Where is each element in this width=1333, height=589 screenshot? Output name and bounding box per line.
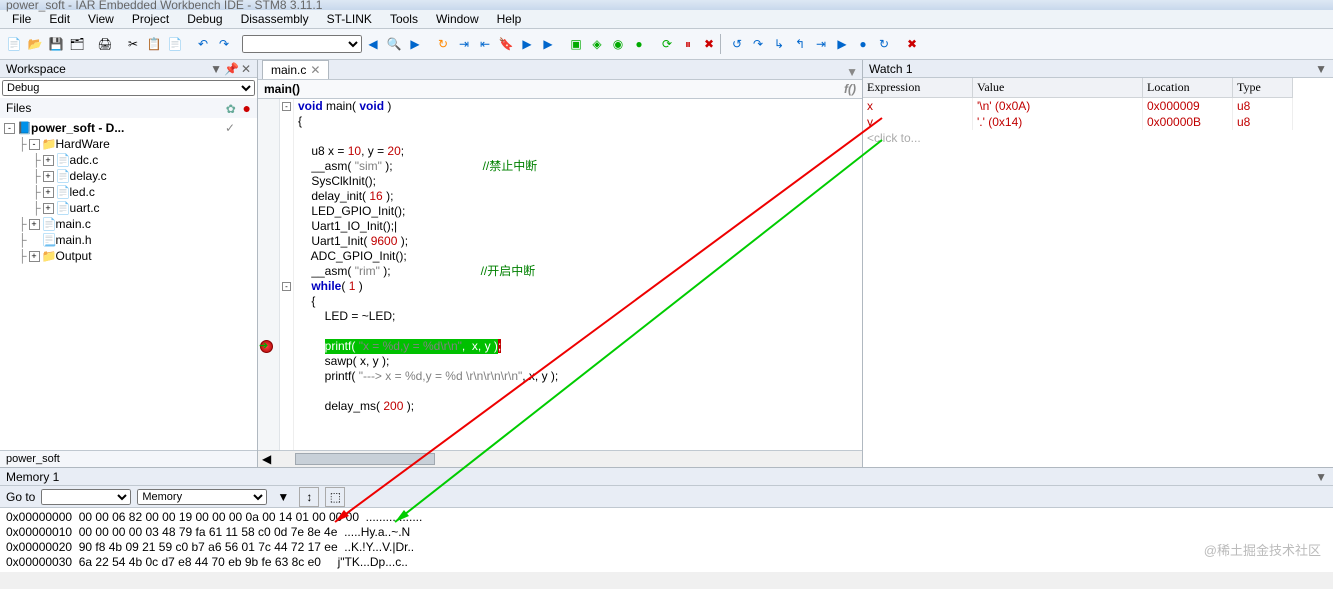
- tree-item[interactable]: ├+📄uart.c: [2, 200, 255, 216]
- restart-icon[interactable]: ↻: [874, 34, 894, 54]
- tree-item[interactable]: ├+📄main.c: [2, 216, 255, 232]
- fx-icon[interactable]: f(): [844, 82, 856, 96]
- tree-item[interactable]: ├📃main.h: [2, 232, 255, 248]
- memory-panel: Memory 1 ▼ Go to Memory ▼ ↕ ⬚ 0x00000000…: [0, 467, 1333, 572]
- next-stmt-icon[interactable]: ⇥: [811, 34, 831, 54]
- menu-debug[interactable]: Debug: [179, 10, 230, 28]
- copy-icon[interactable]: 📋: [144, 34, 164, 54]
- menu-edit[interactable]: Edit: [41, 10, 78, 28]
- tree-item[interactable]: ├+📁Output: [2, 248, 255, 264]
- watch-menu-icon[interactable]: ▼: [1315, 62, 1327, 76]
- files-label: Files: [6, 101, 31, 115]
- step-out-icon[interactable]: ↰: [790, 34, 810, 54]
- bookmark-nav1-icon[interactable]: ▶: [517, 34, 537, 54]
- scope-label: main(): [264, 82, 300, 96]
- title-bar: power_soft - IAR Embedded Workbench IDE …: [0, 0, 1333, 10]
- break-icon[interactable]: ⏸: [678, 34, 698, 54]
- goto-label: Go to: [6, 490, 35, 504]
- run-cursor-icon[interactable]: ▶: [832, 34, 852, 54]
- mem-cfg-icon[interactable]: ⬚: [325, 487, 345, 507]
- step-over-icon[interactable]: ↷: [748, 34, 768, 54]
- workspace-panel: Workspace ▼ 📌 ✕ Debug Files ✿ ● -📘power_…: [0, 60, 258, 467]
- memory-title: Memory 1: [6, 470, 59, 484]
- go-icon[interactable]: ⟳: [657, 34, 677, 54]
- gear-icon[interactable]: ✿: [226, 102, 236, 116]
- nav-fwd-icon[interactable]: ▶: [405, 34, 425, 54]
- workspace-title: Workspace: [6, 62, 66, 76]
- find-icon[interactable]: 🔍: [384, 34, 404, 54]
- tab-dropdown-icon[interactable]: ▼: [842, 65, 862, 79]
- cut-icon[interactable]: ✂: [123, 34, 143, 54]
- config-select[interactable]: Debug: [2, 80, 255, 96]
- open-icon[interactable]: 📂: [25, 34, 45, 54]
- bookmark-toggle-icon[interactable]: 🔖: [496, 34, 516, 54]
- watch-grid[interactable]: ExpressionValueLocationTypex'\n' (0x0A)0…: [863, 78, 1333, 146]
- tree-item[interactable]: ├+📄delay.c: [2, 168, 255, 184]
- editor-panel: main.c✕ ▼ main() f() ➔ -- void main( void…: [258, 60, 863, 467]
- replace-icon[interactable]: ↻: [433, 34, 453, 54]
- make-icon[interactable]: ◈: [587, 34, 607, 54]
- search-combo[interactable]: [242, 35, 362, 53]
- stop-icon[interactable]: ✖: [699, 34, 719, 54]
- bookmark-prev-icon[interactable]: ⇤: [475, 34, 495, 54]
- editor-tab[interactable]: main.c✕: [262, 60, 329, 79]
- main-toolbar: 📄 📂 💾 🗂 🖨 ✂ 📋 📄 ↶ ↷ ◀ 🔍 ▶ ↻ ⇥ ⇤ 🔖 ▶ ▶ ▣ …: [0, 29, 1333, 60]
- zone-select[interactable]: Memory: [137, 489, 267, 505]
- watch-title: Watch 1: [869, 62, 913, 76]
- redo-icon[interactable]: ↷: [214, 34, 234, 54]
- code-editor[interactable]: ➔ -- void main( void ){ u8 x = 10, y = 2…: [258, 99, 862, 450]
- file-tree[interactable]: -📘power_soft - D...✓├-📁HardWare├+📄adc.c├…: [0, 118, 257, 450]
- reset-icon[interactable]: ↺: [727, 34, 747, 54]
- h-scrollbar[interactable]: ◀: [258, 450, 862, 467]
- save-icon[interactable]: 💾: [46, 34, 66, 54]
- mem-width-icon[interactable]: ▼: [273, 487, 293, 507]
- menu-view[interactable]: View: [80, 10, 122, 28]
- close-icon[interactable]: ✕: [241, 62, 251, 76]
- memory-dump[interactable]: 0x00000000 00 00 06 82 00 00 19 00 00 00…: [0, 508, 1333, 572]
- menu-disassembly[interactable]: Disassembly: [233, 10, 317, 28]
- step-into-icon[interactable]: ↳: [769, 34, 789, 54]
- watch-panel: Watch 1 ▼ ExpressionValueLocationTypex'\…: [863, 60, 1333, 467]
- bookmark-next-icon[interactable]: ⇥: [454, 34, 474, 54]
- mem-menu-icon[interactable]: ▼: [1315, 470, 1327, 484]
- toggle-bp-icon[interactable]: ●: [629, 34, 649, 54]
- workspace-tab[interactable]: power_soft: [0, 450, 257, 467]
- menu-st-link[interactable]: ST-LINK: [319, 10, 380, 28]
- saveall-icon[interactable]: 🗂: [67, 34, 87, 54]
- menu-project[interactable]: Project: [124, 10, 177, 28]
- undo-icon[interactable]: ↶: [193, 34, 213, 54]
- batch-icon[interactable]: ◉: [608, 34, 628, 54]
- menu-window[interactable]: Window: [428, 10, 487, 28]
- tree-item[interactable]: ├-📁HardWare: [2, 136, 255, 152]
- bookmark-nav2-icon[interactable]: ▶: [538, 34, 558, 54]
- close-tab-icon[interactable]: ✕: [310, 63, 320, 77]
- tree-item[interactable]: ├+📄led.c: [2, 184, 255, 200]
- pin-icon[interactable]: ▼: [210, 62, 222, 76]
- print-icon[interactable]: 🖨: [95, 34, 115, 54]
- menu-file[interactable]: File: [4, 10, 39, 28]
- tree-item[interactable]: ├+📄adc.c: [2, 152, 255, 168]
- mem-up-icon[interactable]: ↕: [299, 487, 319, 507]
- run-icon[interactable]: ●: [853, 34, 873, 54]
- menu-help[interactable]: Help: [489, 10, 530, 28]
- unpin-icon[interactable]: 📌: [224, 62, 239, 76]
- menu-tools[interactable]: Tools: [382, 10, 426, 28]
- goto-select[interactable]: [41, 489, 131, 505]
- debug-stop-icon[interactable]: ✖: [902, 34, 922, 54]
- menu-bar: FileEditViewProjectDebugDisassemblyST-LI…: [0, 10, 1333, 29]
- compile-icon[interactable]: ▣: [566, 34, 586, 54]
- paste-icon[interactable]: 📄: [165, 34, 185, 54]
- reddot-icon[interactable]: ●: [243, 100, 251, 116]
- watermark: @稀土掘金技术社区: [1204, 540, 1321, 559]
- tree-item[interactable]: -📘power_soft - D...✓: [2, 120, 255, 136]
- new-icon[interactable]: 📄: [4, 34, 24, 54]
- nav-back-icon[interactable]: ◀: [363, 34, 383, 54]
